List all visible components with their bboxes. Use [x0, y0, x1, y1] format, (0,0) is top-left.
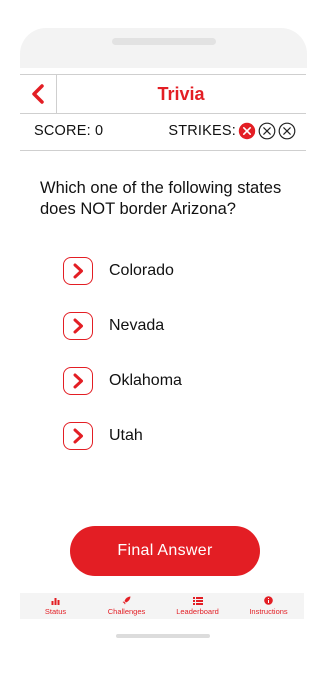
- option-select-button[interactable]: [63, 257, 93, 285]
- answer-option[interactable]: Colorado: [63, 256, 303, 286]
- strike-used-icon: [238, 122, 256, 140]
- chevron-right-icon: [73, 263, 83, 279]
- question-text: Which one of the following states does N…: [40, 179, 282, 218]
- option-select-button[interactable]: [63, 312, 93, 340]
- answer-option[interactable]: Oklahoma: [63, 366, 303, 396]
- list-icon: [192, 596, 203, 605]
- nav-item-status[interactable]: Status: [21, 593, 91, 619]
- nav-item-instructions[interactable]: Instructions: [234, 593, 304, 619]
- back-button[interactable]: [20, 75, 57, 113]
- bottom-nav: Status Challenges Leaderboard Instructio…: [20, 593, 304, 619]
- strikes-indicator: STRIKES:: [168, 112, 296, 150]
- score-label: SCORE: 0: [34, 123, 104, 139]
- rocket-icon: [122, 596, 131, 605]
- nav-item-challenges[interactable]: Challenges: [92, 593, 162, 619]
- nav-label: Instructions: [249, 607, 288, 616]
- option-label: Utah: [109, 427, 143, 444]
- app-header: Trivia: [20, 74, 306, 114]
- bar-chart-icon: [51, 597, 60, 605]
- chevron-right-icon: [73, 318, 83, 334]
- option-select-button[interactable]: [63, 367, 93, 395]
- answer-options: Colorado Nevada Oklahoma Utah: [63, 256, 303, 476]
- page-title: Trivia: [157, 84, 205, 104]
- nav-label: Challenges: [107, 607, 146, 616]
- phone-top-bezel: [20, 28, 307, 68]
- option-label: Colorado: [109, 262, 174, 279]
- answer-option[interactable]: Nevada: [63, 311, 303, 341]
- phone-speaker: [112, 38, 216, 45]
- final-answer-button[interactable]: Final Answer: [70, 526, 260, 576]
- score-row: SCORE: 0 STRIKES:: [20, 112, 306, 151]
- strike-empty-icon: [258, 122, 276, 140]
- answer-option[interactable]: Utah: [63, 421, 303, 451]
- strikes-label: STRIKES:: [168, 123, 236, 139]
- info-icon: [264, 596, 273, 605]
- nav-item-leaderboard[interactable]: Leaderboard: [163, 593, 233, 619]
- nav-label: Status: [44, 607, 67, 616]
- nav-label: Leaderboard: [176, 607, 219, 616]
- home-indicator: [116, 634, 210, 638]
- chevron-right-icon: [73, 373, 83, 389]
- option-label: Nevada: [109, 317, 165, 334]
- chevron-left-icon: [32, 84, 44, 104]
- option-label: Oklahoma: [109, 372, 182, 389]
- chevron-right-icon: [73, 428, 83, 444]
- option-select-button[interactable]: [63, 422, 93, 450]
- strike-empty-icon: [278, 122, 296, 140]
